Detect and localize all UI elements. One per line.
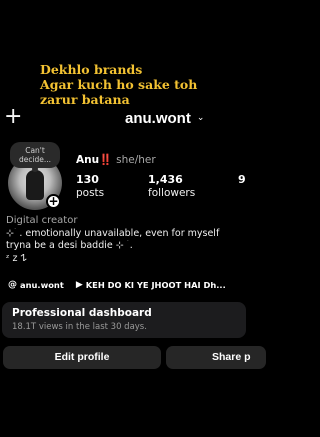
profile-links: @ anu.wont ▶ KEH DO KI YE JHOOT HAI Dh..… xyxy=(8,278,268,292)
caption-line: Agar kuch ho sake toh xyxy=(40,77,198,92)
bio: Digital creator ⊹ ࣪ . emotionally unavai… xyxy=(6,215,244,265)
edit-profile-button[interactable]: Edit profile xyxy=(3,346,161,369)
add-story-icon[interactable]: + xyxy=(46,194,61,209)
story-caption-overlay: Dekhlo brands Agar kuch ho sake toh zaru… xyxy=(40,62,244,107)
note-bubble-tail xyxy=(32,166,38,172)
music-link[interactable]: KEH DO KI YE JHOOT HAI Dh... xyxy=(86,280,226,290)
profile-stats: 130 posts 1,436 followers 9 xyxy=(76,173,256,203)
followers-label: followers xyxy=(148,187,196,199)
dashboard-subtitle: 18.1T views in the last 30 days. xyxy=(12,322,147,332)
music-icon: ▶ xyxy=(75,280,83,290)
dashboard-title: Professional dashboard xyxy=(12,307,152,319)
bio-line: tryna be a desi baddie ⊹ ࣪ . xyxy=(6,240,133,251)
name-row: Anu‼️ she/her xyxy=(76,153,156,167)
username: anu.wont xyxy=(125,109,191,127)
caption-line: zarur batana xyxy=(40,92,130,107)
bio-line: ᶻ 𝗓 𐰁 xyxy=(6,252,27,264)
profile-header: + anu.wont ⌄ xyxy=(0,106,246,132)
avatar-figure xyxy=(26,170,44,200)
chevron-down-icon: ⌄ xyxy=(196,113,205,123)
threads-link[interactable]: anu.wont xyxy=(20,280,64,290)
bio-category: Digital creator xyxy=(6,215,78,226)
pronouns: she/her xyxy=(116,153,156,166)
professional-dashboard[interactable]: Professional dashboard 18.1T views in th… xyxy=(2,302,246,338)
threads-icon: @ xyxy=(8,280,17,290)
posts-stat[interactable]: 130 posts xyxy=(76,173,104,200)
followers-stat[interactable]: 1,436 followers xyxy=(148,173,195,200)
caption-line: Dekhlo brands xyxy=(40,62,143,77)
bio-line: ⊹ ࣪ . emotionally unavailable, even for … xyxy=(6,227,220,239)
display-name: Anu‼️ xyxy=(76,154,113,166)
account-switcher[interactable]: anu.wont ⌄ xyxy=(125,108,204,128)
share-profile-button[interactable]: Share p xyxy=(166,346,266,369)
following-count: 9 xyxy=(238,173,246,186)
posts-label: posts xyxy=(76,187,105,199)
followers-count: 1,436 xyxy=(148,173,183,186)
following-stat[interactable]: 9 xyxy=(238,173,246,186)
plus-icon[interactable]: + xyxy=(4,106,22,128)
posts-count: 130 xyxy=(76,173,99,186)
profile-avatar-area: Can't decide... + xyxy=(6,142,66,210)
note-bubble[interactable]: Can't decide... xyxy=(10,142,60,168)
